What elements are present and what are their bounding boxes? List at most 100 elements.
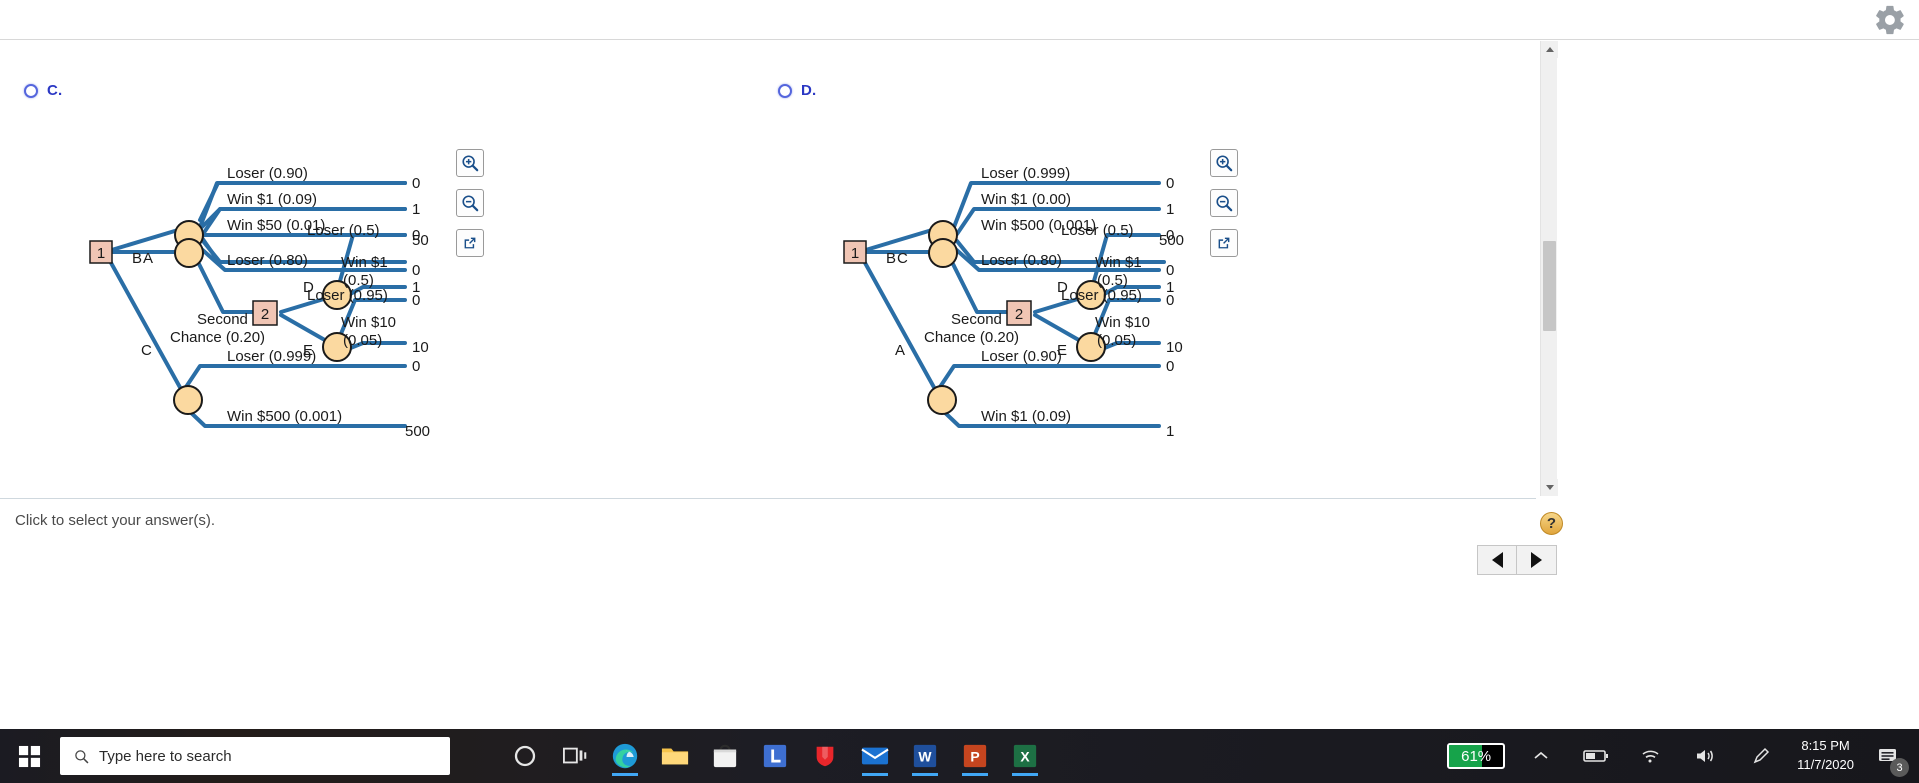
zoom-in-button-C[interactable] [456, 149, 484, 177]
branch-text-bot1: Loser (0.90) [981, 348, 1062, 365]
notification-count-badge: 3 [1890, 758, 1909, 777]
start-button[interactable] [0, 729, 58, 783]
payoff-e2: 10 [1166, 339, 1183, 356]
windows-logo-icon [18, 745, 40, 767]
decision-node-1-label: 1 [97, 245, 105, 262]
cortana-icon[interactable] [506, 736, 544, 776]
battery-icon[interactable] [1577, 736, 1615, 776]
second-chance-line1: Second [951, 311, 1002, 328]
wifi-icon[interactable] [1632, 736, 1670, 776]
svg-text:P: P [970, 749, 979, 765]
powerpoint-active-indicator [962, 773, 988, 776]
option-D-label: D. [801, 82, 817, 99]
notification-center-button[interactable]: 3 [1871, 739, 1909, 777]
payoff-top1: 0 [1166, 175, 1174, 192]
branch-text-mid-loser: Loser (0.80) [981, 252, 1062, 269]
taskbar-clock[interactable]: 8:15 PM 11/7/2020 [1797, 737, 1854, 775]
zoom-out-button-C[interactable] [456, 189, 484, 217]
top-bar [0, 0, 1919, 40]
payoff-top2: 1 [1166, 201, 1174, 218]
payoff-e1: 0 [1166, 292, 1174, 309]
branch-text-top1: Loser (0.999) [981, 165, 1070, 182]
svg-text:X: X [1020, 749, 1030, 765]
branch-text-bot2: Win $1 (0.09) [981, 408, 1071, 425]
vertical-scrollbar[interactable] [1540, 41, 1558, 496]
lockdown-browser-icon[interactable] [756, 736, 794, 776]
zoom-out-button-D[interactable] [1210, 189, 1238, 217]
caret-down-icon [1545, 485, 1554, 490]
zoom-in-button-D[interactable] [1210, 149, 1238, 177]
payoff-e1: 0 [412, 292, 420, 309]
previous-question-button[interactable] [1477, 545, 1517, 575]
windows-taskbar: Type here to search W P X 61% 8:15 PM 11… [0, 729, 1919, 783]
battery-percentage-badge[interactable]: 61% [1447, 743, 1506, 769]
decision-tree-D: 1 2 C B A D E Loser (0.999) Win $1 (0.00… [829, 115, 1189, 495]
option-D-header[interactable]: D. [778, 82, 816, 99]
branch-text-a2: Win $1 (0.09) [227, 191, 317, 208]
tree-D-svg: 1 2 C B A D E Loser (0.999) Win $1 (0.00… [843, 165, 1184, 440]
branch-label-top: C [897, 250, 908, 267]
edge-icon[interactable] [606, 736, 644, 776]
radio-option-C[interactable] [24, 83, 38, 98]
powerpoint-icon[interactable]: P [956, 736, 994, 776]
payoff-b-loser: 0 [412, 262, 420, 279]
payoff-bot2: 1 [1166, 423, 1174, 440]
option-C-label: C. [47, 82, 63, 99]
excel-icon[interactable]: X [1006, 736, 1044, 776]
store-icon[interactable] [706, 736, 744, 776]
payoff-d1: 0 [1166, 227, 1174, 244]
payoff-c2: 500 [405, 423, 430, 440]
branch-text-b-loser: Loser (0.80) [227, 252, 308, 269]
content-divider [0, 498, 1536, 499]
branch-text-c2: Win $500 (0.001) [227, 408, 342, 425]
second-chance-line2: Chance (0.20) [924, 329, 1019, 346]
zoom-out-icon [462, 195, 479, 212]
arrow-right-icon [1531, 552, 1542, 568]
payoff-d1: 0 [412, 227, 420, 244]
radio-option-D[interactable] [778, 83, 792, 98]
shield-app-icon[interactable] [806, 736, 844, 776]
caret-up-icon [1545, 47, 1554, 52]
clock-date: 11/7/2020 [1797, 757, 1854, 772]
system-tray: 61% 8:15 PM 11/7/2020 3 [1447, 736, 1919, 777]
payoff-e2: 10 [412, 339, 429, 356]
word-icon[interactable]: W [906, 736, 944, 776]
decision-node-2-label: 2 [1015, 306, 1023, 323]
open-external-icon [464, 237, 476, 249]
file-explorer-icon[interactable] [656, 736, 694, 776]
help-button[interactable]: ? [1540, 512, 1563, 535]
search-placeholder: Type here to search [99, 747, 232, 765]
tree-D-toolbar [1210, 149, 1238, 257]
chance-node-C [173, 385, 203, 415]
question-content-area: C. 1 2 A B C D E Loser (0.90) Win $1 (0.… [0, 41, 1536, 496]
payoff-a1: 0 [412, 175, 420, 192]
pen-icon[interactable] [1742, 736, 1780, 776]
decision-node-2-label: 2 [261, 306, 269, 323]
word-active-indicator [912, 773, 938, 776]
payoff-c1: 0 [412, 358, 420, 375]
chance-node-A [927, 385, 957, 415]
scroll-down-button[interactable] [1541, 479, 1558, 496]
open-external-button-D[interactable] [1210, 229, 1238, 257]
svg-text:W: W [918, 749, 932, 765]
branch-text-e1: Loser (0.95) [307, 287, 388, 304]
excel-active-indicator [1012, 773, 1038, 776]
show-hidden-icons-chevron[interactable] [1522, 736, 1560, 776]
scrollbar-thumb[interactable] [1543, 241, 1556, 331]
scroll-up-button[interactable] [1541, 41, 1558, 58]
branch-text-d2: Win $1 [341, 254, 388, 271]
open-external-button-C[interactable] [456, 229, 484, 257]
chance-node-B [928, 238, 958, 268]
option-C-header[interactable]: C. [24, 82, 62, 99]
next-question-button[interactable] [1517, 545, 1557, 575]
branch-text-d1: Loser (0.5) [307, 222, 380, 239]
volume-icon[interactable] [1687, 736, 1725, 776]
taskbar-search-box[interactable]: Type here to search [60, 737, 450, 775]
branch-label-B: B [132, 250, 142, 267]
branch-text-a1: Loser (0.90) [227, 165, 308, 182]
task-view-icon[interactable] [556, 736, 594, 776]
tree-C-toolbar [456, 149, 484, 257]
mail-icon[interactable] [856, 736, 894, 776]
branch-text-e2: Win $10 [1095, 314, 1150, 331]
settings-gear-button[interactable] [1873, 3, 1907, 37]
